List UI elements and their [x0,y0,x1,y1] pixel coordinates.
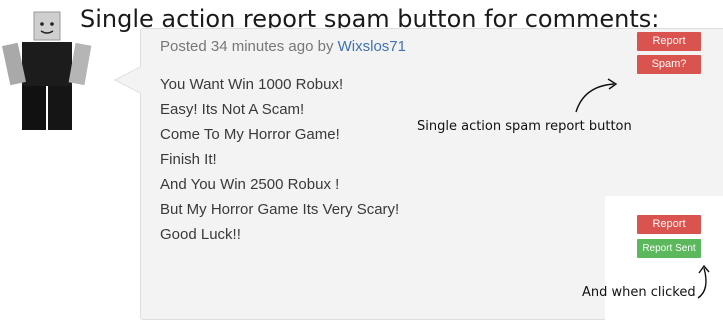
spam-button-annotation: Single action spam report button [417,119,632,134]
comment-line: Good Luck!! [160,226,241,243]
comment-line: Easy! Its Not A Scam! [160,101,305,118]
comment-line: You Want Win 1000 Robux! [160,76,344,93]
report-button-clicked-state[interactable]: Report [637,215,701,234]
comment-tail-inner [116,67,141,93]
author-link[interactable]: Wixslos71 [338,38,406,55]
report-button[interactable]: Report [637,32,701,51]
spam-report-button[interactable]: Spam? [637,55,701,74]
comment-line: Come To My Horror Game! [160,126,340,143]
comment-body: You Want Win 1000 Robux! Easy! Its Not A… [160,72,399,247]
avatar [2,11,92,130]
posted-time: Posted 34 minutes ago by [160,38,338,55]
comment-line: And You Win 2500 Robux ! [160,176,340,193]
comment-line: But My Horror Game Its Very Scary! [160,201,400,218]
comment-meta: Posted 34 minutes ago by Wixslos71 [160,36,406,58]
report-sent-button: Report Sent [637,239,701,258]
comment-line: Finish It! [160,151,217,168]
clicked-annotation: And when clicked [582,285,696,300]
arrow-to-spam-button-icon [575,78,618,113]
